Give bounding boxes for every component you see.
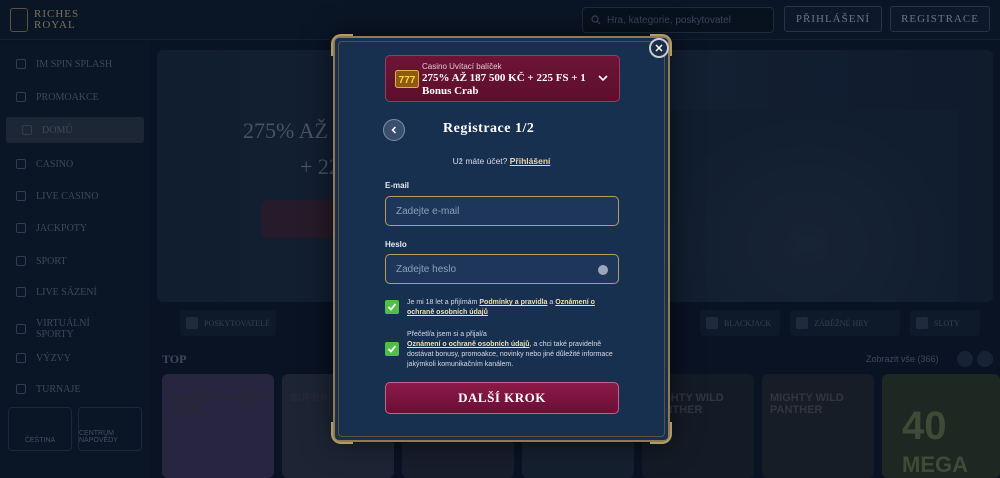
bonus-offer: 275% AŽ 187 500 KČ + 225 FS + 1 Bonus Cr… [422,72,586,97]
privacy-link[interactable]: Oznámení o ochraně osobních údajů [407,341,530,348]
password-field-wrapper[interactable] [385,254,619,284]
chevron-down-icon [598,75,608,82]
terms-link[interactable]: Podmínky a pravidla [479,299,547,306]
email-field-wrapper[interactable] [385,196,619,226]
email-label: E-mail [385,181,410,190]
login-link[interactable]: Přihlášení [510,156,551,166]
bonus-caption: Casino Uvítací balíček [422,62,502,71]
terms-and: a [549,299,554,306]
marketing-text: Přečetl/a jsem si a přijal/a Oznámení o … [407,330,621,370]
ornament-corner [331,422,353,444]
ornament-corner [650,422,672,444]
email-field[interactable] [396,205,596,217]
terms-checkbox[interactable] [385,300,399,314]
password-label: Heslo [385,240,407,249]
welcome-bonus-dropdown[interactable]: 777 Casino Uvítací balíček 275% AŽ 187 5… [385,55,620,102]
page-title: Registrace 1/2 [443,121,535,136]
terms-prefix: Je mi 18 let a přijímám [407,299,478,306]
marketing-prefix: Přečetl/a jsem si a přijal/a [407,331,487,338]
eye-icon[interactable] [598,265,608,275]
chevron-left-icon [391,126,397,134]
slot-777-icon: 777 [395,70,419,88]
ornament-corner [331,34,353,56]
checkmark-icon [387,345,397,353]
close-icon [655,44,663,52]
have-account-text: Už máte účet? Přihlášení [335,156,668,166]
next-step-button[interactable]: DALŠÍ KROK [385,382,619,414]
registration-modal: 777 Casino Uvítací balíček 275% AŽ 187 5… [331,34,672,444]
close-button[interactable] [649,38,669,58]
back-button[interactable] [383,119,405,141]
svg-text:777: 777 [399,75,416,86]
password-field[interactable] [396,263,596,275]
have-account-label: Už máte účet? [452,156,508,166]
terms-text: Je mi 18 let a přijímám Podmínky a pravi… [407,298,621,318]
checkmark-icon [387,303,397,311]
marketing-checkbox[interactable] [385,342,399,356]
